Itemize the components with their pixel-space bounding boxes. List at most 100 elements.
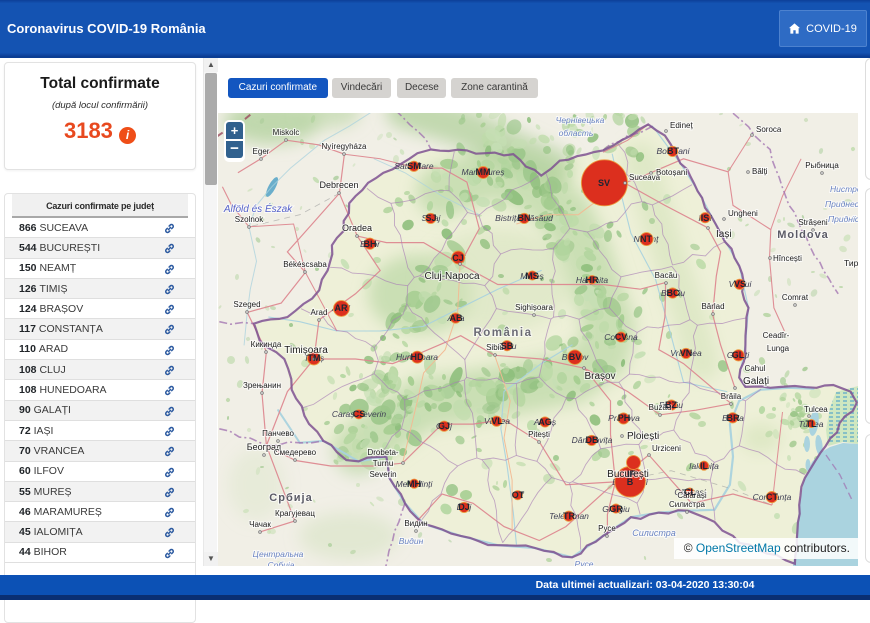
svg-text:SM: SM [407,161,421,171]
svg-text:Szolnok: Szolnok [235,215,264,224]
svg-text:CV: CV [615,332,628,342]
svg-text:Тир: Тир [844,258,858,268]
svg-text:Приднїстро: Приднїстро [828,214,858,224]
svg-text:Србија: Србија [268,560,295,566]
svg-text:Lunga: Lunga [767,344,790,353]
svg-text:AR: AR [335,303,348,313]
svg-text:Galați: Galați [743,376,769,387]
svg-text:CT: CT [766,492,778,502]
svg-text:Pitești: Pitești [528,430,550,439]
svg-text:Србија: Србија [269,492,312,504]
svg-text:Зрењанин: Зрењанин [243,381,281,390]
svg-text:BC: BC [667,288,680,298]
svg-text:Timișoara: Timișoara [284,345,328,356]
svg-text:Нистрения: Нистрения [830,184,858,194]
svg-text:Alföld és Észak: Alföld és Észak [223,202,293,215]
svg-text:TM: TM [308,353,321,363]
svg-text:SV: SV [598,178,610,188]
svg-text:BR: BR [727,413,740,423]
svg-text:B: B [627,477,634,487]
svg-text:Suceava: Suceava [629,173,661,182]
svg-text:TL: TL [806,419,817,429]
svg-text:OT: OT [512,490,525,500]
svg-text:Разград: Разград [618,565,651,566]
svg-text:Turnu: Turnu [373,459,394,468]
svg-text:Ungheni: Ungheni [728,209,758,218]
svg-text:Панчево: Панчево [262,429,294,438]
svg-text:Drobeta-: Drobeta- [367,448,398,457]
svg-text:DJ: DJ [458,502,470,512]
svg-text:Ceadîr-: Ceadîr- [763,331,790,340]
svg-text:BZ: BZ [665,400,677,410]
svg-text:AB: AB [450,313,463,323]
svg-text:Приднестро: Приднестро [825,199,858,209]
svg-text:VL: VL [491,416,503,426]
svg-text:BV: BV [569,352,582,362]
svg-text:Cahul: Cahul [745,364,766,373]
svg-text:Sighișoara: Sighișoara [515,303,553,312]
svg-text:Oradea: Oradea [342,223,372,233]
svg-text:România: România [473,327,532,339]
svg-text:Чачак: Чачак [249,520,271,529]
svg-text:PH: PH [618,413,631,423]
svg-text:Смедерево: Смедерево [274,448,317,457]
svg-text:Рыбница: Рыбница [805,161,839,170]
svg-text:BN: BN [518,213,531,223]
svg-text:область: область [559,128,594,138]
svg-text:HR: HR [586,275,599,285]
svg-text:IS: IS [701,213,710,223]
svg-text:GR: GR [609,504,623,514]
svg-text:Силистра: Силистра [669,500,705,509]
svg-text:Hîncești: Hîncești [773,254,802,263]
svg-text:Békéscsaba: Békéscsaba [283,260,327,269]
svg-text:Tulcea: Tulcea [804,405,828,414]
svg-text:Strășeni: Strășeni [798,218,828,227]
svg-text:Eger: Eger [253,147,270,156]
svg-text:Soroca: Soroca [756,125,782,134]
svg-text:MM: MM [476,167,491,177]
svg-text:SB: SB [501,341,514,351]
svg-text:BT: BT [667,146,679,156]
svg-text:BH: BH [364,239,377,249]
svg-text:AG: AG [538,417,552,427]
svg-text:Видин: Видин [404,519,427,528]
svg-text:CS: CS [353,409,366,419]
svg-text:Arad: Arad [311,308,328,317]
svg-text:Чернівецька: Чернівецька [556,115,605,125]
svg-text:VN: VN [680,348,693,358]
svg-text:Bălți: Bălți [752,167,768,176]
svg-text:CJ: CJ [452,253,464,263]
svg-text:Видин: Видин [399,536,424,546]
svg-text:HD: HD [411,352,424,362]
svg-text:MH: MH [407,479,421,489]
svg-text:Nyíregyháza: Nyíregyháza [322,142,367,151]
svg-text:Iași: Iași [716,229,732,240]
svg-text:Русе: Русе [575,559,594,566]
svg-text:Cluj-Napoca: Cluj-Napoca [424,271,479,282]
svg-text:CL: CL [684,487,696,497]
svg-text:Крагујевац: Крагујевац [275,509,315,518]
svg-text:TR: TR [563,511,575,521]
svg-text:Кикинда: Кикинда [251,340,282,349]
svg-text:Bacău: Bacău [655,271,678,280]
svg-text:Comrat: Comrat [782,293,809,302]
svg-text:Brăila: Brăila [721,392,742,401]
svg-text:Bârlad: Bârlad [701,302,724,311]
svg-text:NT: NT [640,234,652,244]
svg-text:Силистра: Силистра [632,528,676,538]
svg-text:IL: IL [700,461,709,471]
svg-text:Urziceni: Urziceni [652,444,681,453]
svg-text:Brașov: Brașov [584,371,615,382]
svg-text:SJ: SJ [425,213,436,223]
svg-text:Debrecen: Debrecen [319,180,358,190]
svg-text:GJ: GJ [438,421,450,431]
svg-text:Moldova: Moldova [777,229,829,241]
svg-text:MS: MS [525,271,539,281]
svg-text:Szeged: Szeged [233,300,260,309]
svg-text:Ploiești: Ploiești [627,431,659,442]
svg-text:Severin: Severin [369,470,396,479]
svg-text:Edineț: Edineț [670,121,693,130]
svg-text:VS: VS [734,279,746,289]
svg-text:GL: GL [732,350,745,360]
svg-text:Miskolc: Miskolc [273,128,300,137]
